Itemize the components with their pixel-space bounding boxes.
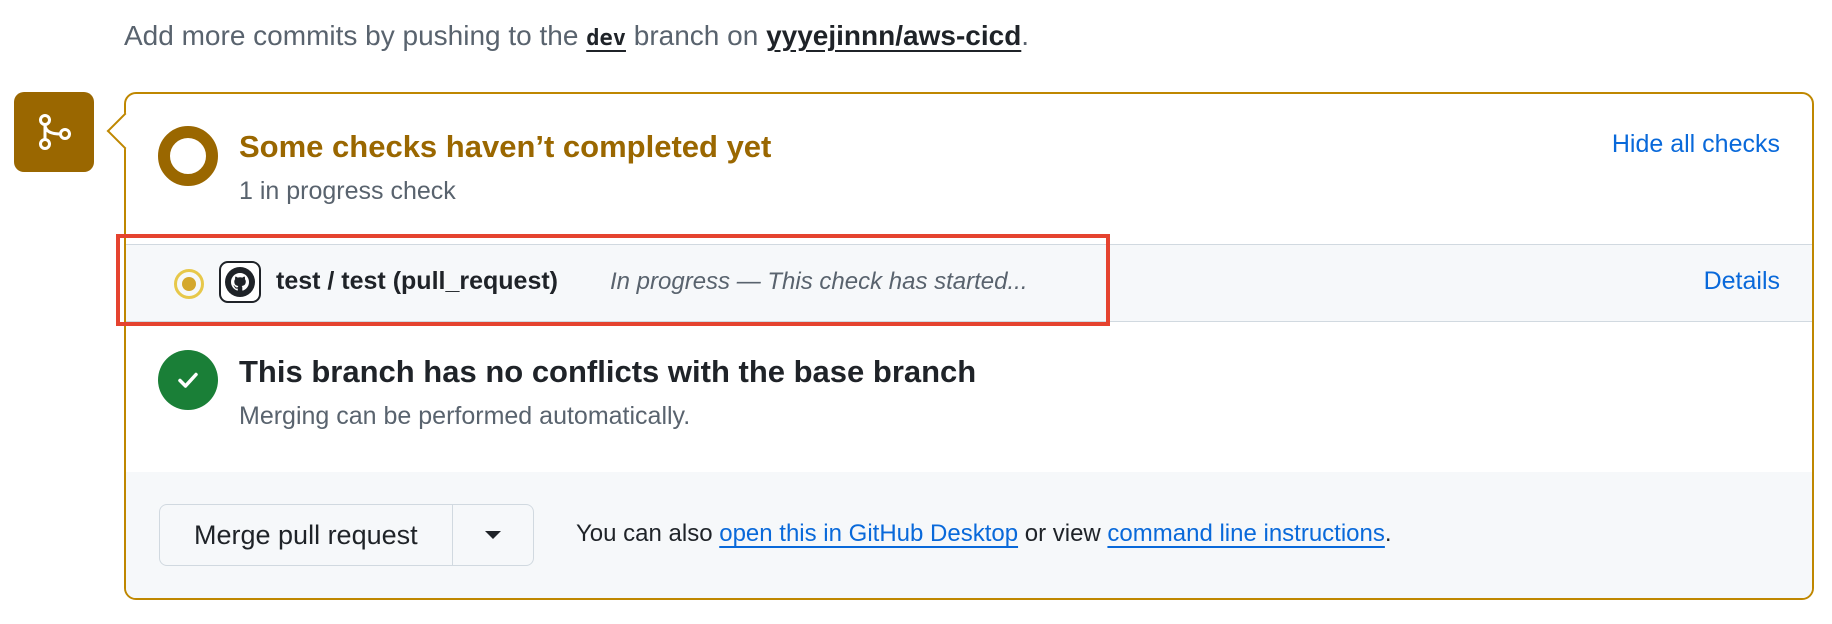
git-merge-icon (14, 92, 94, 172)
also-suffix: . (1384, 520, 1392, 547)
conflict-status-title: This branch has no conflicts with the ba… (239, 354, 977, 389)
check-details-link[interactable]: Details (1704, 267, 1780, 296)
push-note-suffix: . (1021, 20, 1030, 51)
pending-ring-icon (158, 126, 218, 186)
merge-pull-request-button[interactable]: Merge pull request (160, 505, 453, 565)
conflict-status-subtitle: Merging can be performed automatically. (239, 402, 691, 430)
check-name: test / test (pull_request) (276, 267, 558, 295)
check-description: In progress — This check has started... (610, 268, 1028, 295)
conflict-status-section: This branch has no conflicts with the ba… (126, 320, 1812, 473)
hide-all-checks-button[interactable]: Hide all checks (1612, 130, 1780, 159)
merge-action-section: Merge pull request You can also open thi… (126, 472, 1812, 598)
merge-button-group: Merge pull request (159, 504, 534, 566)
command-line-instructions-link[interactable]: command line instructions (1107, 520, 1384, 547)
push-commits-note: Add more commits by pushing to the dev b… (124, 20, 1029, 52)
merge-options-dropdown[interactable] (453, 505, 533, 565)
repo-link[interactable]: yyyejinnn/aws-cicd (766, 20, 1021, 51)
checks-status-title: Some checks haven’t completed yet (239, 129, 772, 164)
branch-name[interactable]: dev (586, 26, 626, 51)
check-row: test / test (pull_request) In progress —… (126, 244, 1812, 322)
also-prefix: You can also (576, 520, 720, 547)
push-note-middle: branch on (625, 20, 767, 51)
check-icon (158, 350, 218, 410)
also-middle: or view (1018, 520, 1108, 547)
merge-box: Some checks haven’t completed yet 1 in p… (106, 92, 1814, 600)
open-in-desktop-link[interactable]: open this in GitHub Desktop (719, 520, 1018, 547)
checks-status-section: Some checks haven’t completed yet 1 in p… (126, 94, 1812, 244)
github-mark-icon (219, 261, 261, 303)
checks-status-subtitle: 1 in progress check (239, 177, 456, 205)
push-note-prefix: Add more commits by pushing to the (124, 20, 587, 51)
triangle-down-icon (484, 531, 501, 539)
alternative-merge-text: You can also open this in GitHub Desktop… (576, 520, 1392, 548)
in-progress-dot-icon (174, 269, 204, 299)
